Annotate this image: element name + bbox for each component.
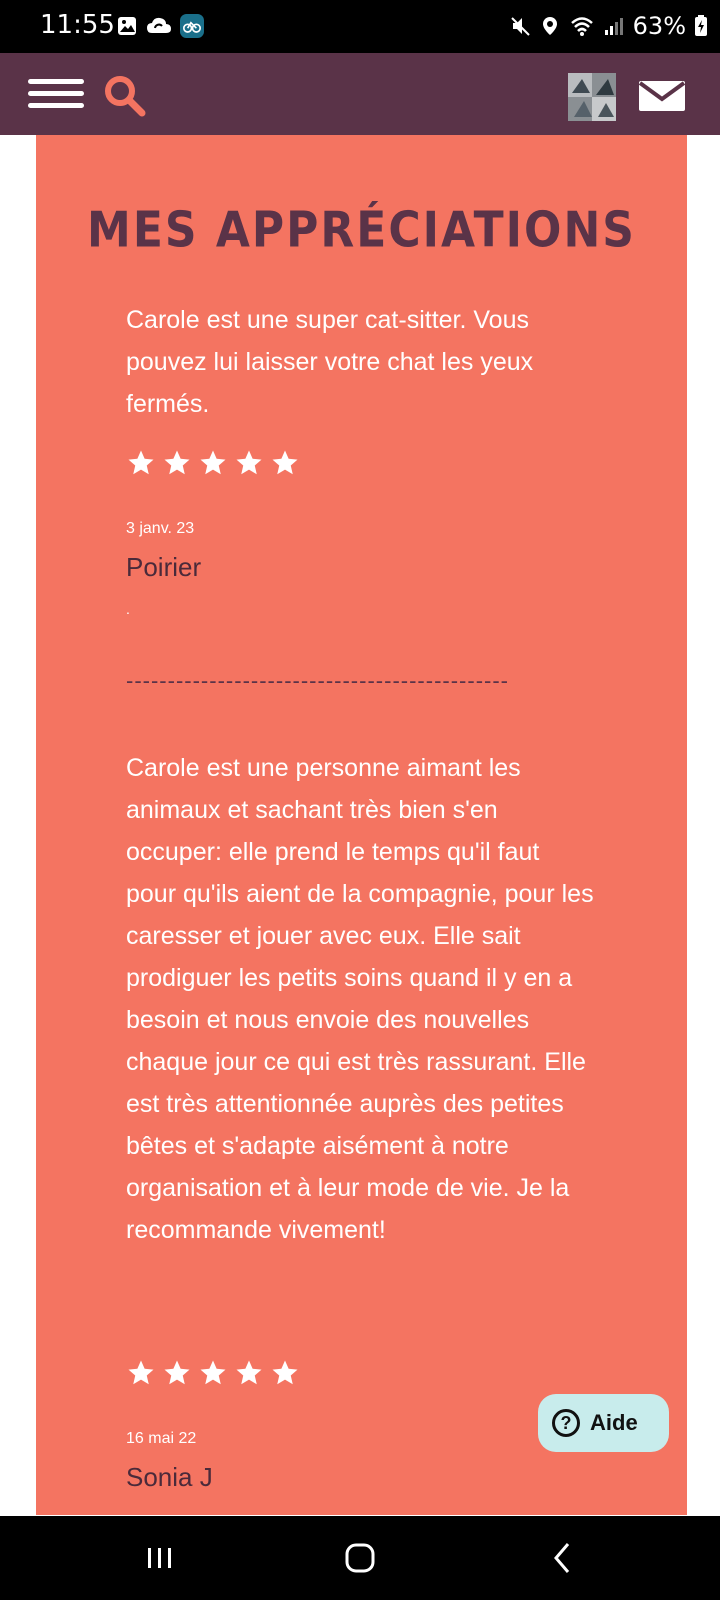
- system-nav-bar: [0, 1516, 720, 1600]
- review-separator: ----------------------------------------…: [126, 668, 510, 693]
- status-icons-left: [116, 14, 204, 38]
- star-icon: [200, 450, 226, 475]
- mute-icon: [510, 17, 530, 36]
- review-note: .: [126, 601, 130, 617]
- review-date: 16 mai 22: [126, 1430, 197, 1447]
- star-icon: [128, 450, 154, 475]
- review-date: 3 janv. 23: [126, 520, 195, 537]
- star-icon: [272, 450, 298, 475]
- review-text: Carole est une super cat-sitter. Vous po…: [126, 306, 534, 418]
- app-header: [0, 53, 720, 135]
- star-icon: [164, 450, 190, 475]
- help-button[interactable]: ? Aide: [538, 1394, 669, 1452]
- star-icon: [236, 1360, 262, 1385]
- status-time: 11:55: [40, 10, 115, 40]
- signal-icon: [604, 18, 623, 35]
- cloud-sync-icon: [147, 17, 171, 33]
- review-text: Carole est une personne aimant les anima…: [126, 754, 594, 1244]
- home-button[interactable]: [340, 1540, 380, 1576]
- review-author: Poirier: [126, 552, 202, 582]
- status-icons-right: 63%: [509, 12, 708, 40]
- menu-icon[interactable]: [28, 79, 84, 113]
- search-icon[interactable]: [102, 73, 148, 119]
- back-button[interactable]: [544, 1540, 584, 1576]
- rating-stars: [126, 448, 300, 478]
- page-title: MES APPRÉCIATIONS: [87, 201, 636, 260]
- recents-button[interactable]: [140, 1540, 180, 1576]
- question-icon: ?: [552, 1409, 580, 1437]
- bike-app-icon: [180, 14, 204, 38]
- star-icon: [200, 1360, 226, 1385]
- star-icon: [164, 1360, 190, 1385]
- location-icon: [542, 17, 557, 35]
- avatar[interactable]: [568, 73, 616, 121]
- star-icon: [236, 450, 262, 475]
- star-icon: [272, 1360, 298, 1385]
- star-icon: [128, 1360, 154, 1385]
- help-label: Aide: [590, 1410, 638, 1435]
- wifi-icon: [570, 17, 593, 36]
- status-bar: 11:55 63%: [0, 0, 720, 53]
- battery-percentage: 63%: [632, 12, 686, 40]
- image-icon: [118, 17, 136, 35]
- review-author: Sonia J: [126, 1462, 213, 1492]
- battery-icon: [695, 15, 707, 36]
- mail-icon[interactable]: [638, 80, 686, 112]
- reviews-panel: MES APPRÉCIATIONS Carole est une super c…: [36, 135, 687, 1515]
- rating-stars: [126, 1358, 300, 1388]
